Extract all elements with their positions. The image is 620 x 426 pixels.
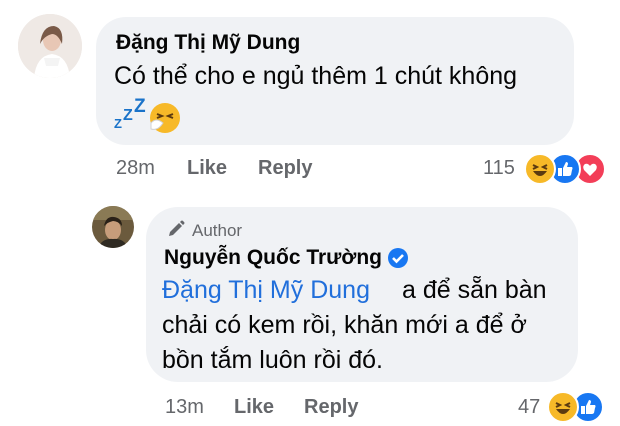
reply-reaction-count[interactable]: 47	[518, 396, 540, 419]
reply-reply-button[interactable]: Reply	[304, 396, 358, 419]
haha-icon[interactable]	[547, 391, 579, 423]
reply-text-line1: a để sẵn bàn	[402, 276, 547, 304]
reaction-count[interactable]: 115	[483, 157, 515, 180]
svg-text:Z: Z	[114, 116, 122, 131]
reply-like-button[interactable]: Like	[234, 396, 274, 419]
reply-button[interactable]: Reply	[258, 157, 312, 180]
mention-tag[interactable]: Đặng Thị Mỹ Dung	[162, 272, 370, 309]
like-button[interactable]: Like	[187, 157, 227, 180]
pencil-icon	[166, 219, 186, 239]
reply-author-name[interactable]: Nguyễn Quốc Trường	[164, 246, 382, 270]
commenter-avatar[interactable]	[18, 14, 82, 78]
verified-badge-icon	[386, 246, 410, 270]
author-badge: Author	[192, 221, 243, 240]
comment-time[interactable]: 28m	[116, 157, 155, 180]
svg-text:Z: Z	[134, 98, 146, 117]
reply-time[interactable]: 13m	[165, 396, 204, 419]
comment-author-name[interactable]: Đặng Thị Mỹ Dung	[116, 31, 300, 55]
svg-text:Z: Z	[123, 107, 133, 124]
reply-text-line3: bồn tắm luôn rồi đó.	[162, 346, 383, 374]
reply-author-avatar[interactable]	[92, 206, 134, 248]
haha-icon[interactable]	[524, 153, 556, 185]
comment-text: Có thể cho e ngủ thêm 1 chút không	[114, 62, 518, 90]
reply-text-line2: chải có kem rồi, khăn mới a để ở	[162, 311, 527, 339]
sneezing-face-icon	[148, 101, 182, 135]
zzz-icon: Z Z Z	[112, 96, 152, 132]
